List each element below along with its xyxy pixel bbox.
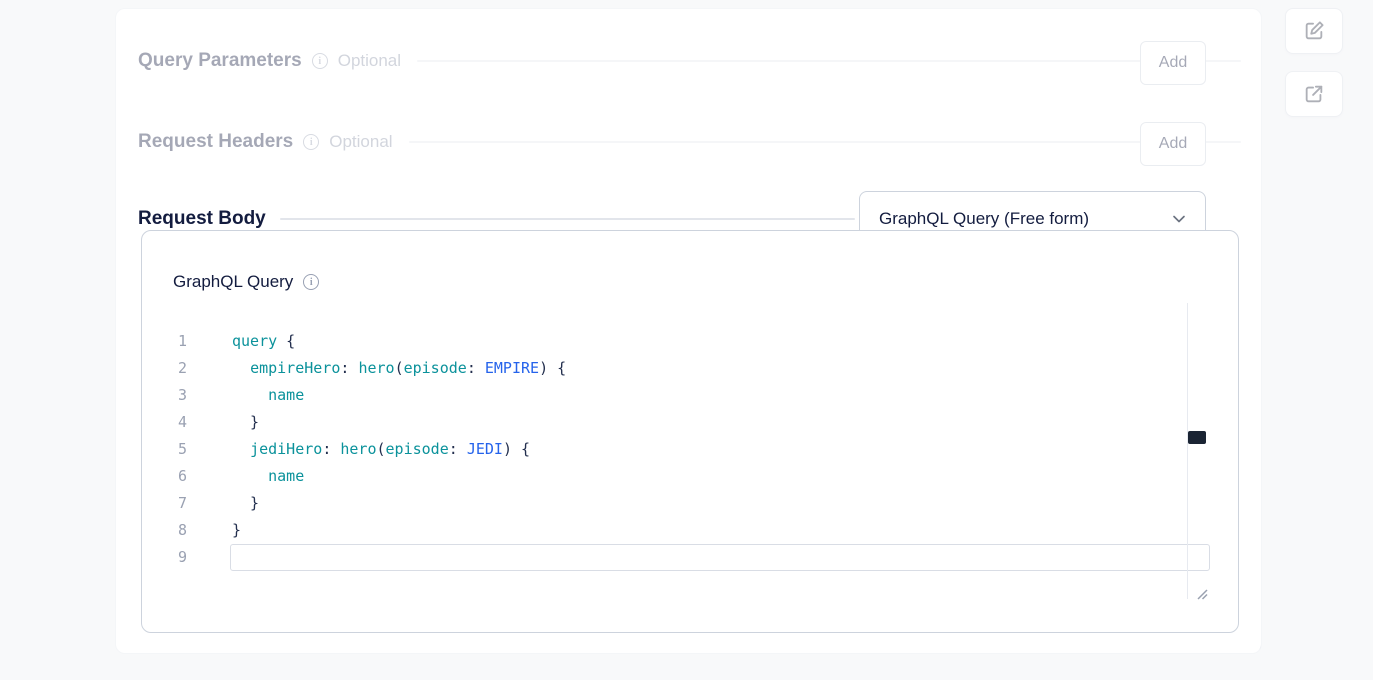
code-line[interactable]: } xyxy=(232,517,1185,544)
info-icon[interactable] xyxy=(303,274,319,290)
divider xyxy=(280,218,855,220)
code-token-punct xyxy=(232,386,268,404)
editor-scrollbar-thumb[interactable] xyxy=(1188,431,1206,444)
divider xyxy=(417,60,1241,62)
code-line[interactable]: name xyxy=(232,463,1185,490)
code-token-punct xyxy=(232,467,268,485)
info-icon[interactable] xyxy=(303,134,319,150)
gutter-line-number: 5 xyxy=(142,436,197,463)
code-token-keyword: query xyxy=(232,332,277,350)
info-icon[interactable] xyxy=(312,53,328,69)
code-token-punct: ) { xyxy=(539,359,566,377)
code-token-punct: : xyxy=(467,359,485,377)
code-token-punct: { xyxy=(277,332,295,350)
code-token-field: empireHero xyxy=(250,359,340,377)
code-token-punct: ) { xyxy=(503,440,530,458)
graphql-editor-container: GraphQL Query 123456789 query { empireHe… xyxy=(141,230,1239,633)
code-token-field: hero xyxy=(358,359,394,377)
chevron-down-icon xyxy=(1169,209,1189,229)
external-link-icon xyxy=(1303,83,1325,105)
query-parameters-section: Query Parameters Optional xyxy=(138,39,1241,83)
body-type-selected-value: GraphQL Query (Free form) xyxy=(879,209,1169,229)
request-headers-add-button[interactable]: Add xyxy=(1140,122,1206,166)
code-token-field: hero xyxy=(340,440,376,458)
code-token-punct xyxy=(232,359,250,377)
code-token-field: name xyxy=(268,467,304,485)
editor-scrollbar-track xyxy=(1187,303,1188,599)
open-in-new-tab-button[interactable] xyxy=(1285,71,1343,117)
code-token-punct: : xyxy=(449,440,467,458)
divider xyxy=(409,141,1241,143)
code-token-punct: } xyxy=(232,413,259,431)
optional-label: Optional xyxy=(338,51,401,71)
page: Query Parameters Optional Add Request He… xyxy=(0,0,1373,680)
code-token-enum: EMPIRE xyxy=(485,359,539,377)
gutter-line-number: 1 xyxy=(142,328,197,355)
code-line[interactable]: jediHero: hero(episode: JEDI) { xyxy=(232,436,1185,463)
gutter-line-number: 6 xyxy=(142,463,197,490)
editor-gutter: 123456789 xyxy=(142,328,197,571)
gutter-line-number: 3 xyxy=(142,382,197,409)
code-token-field: jediHero xyxy=(250,440,322,458)
gutter-line-number: 8 xyxy=(142,517,197,544)
code-token-punct: ( xyxy=(377,440,386,458)
code-token-punct: ( xyxy=(395,359,404,377)
edit-icon xyxy=(1303,20,1325,42)
code-token-enum: JEDI xyxy=(467,440,503,458)
code-line[interactable]: name xyxy=(232,382,1185,409)
request-headers-section: Request Headers Optional xyxy=(138,120,1241,164)
code-token-punct: : xyxy=(340,359,358,377)
gutter-line-number: 9 xyxy=(142,544,197,571)
gutter-line-number: 2 xyxy=(142,355,197,382)
graphql-editor-label-row: GraphQL Query xyxy=(173,272,319,292)
code-token-arg: episode xyxy=(386,440,449,458)
editor-code-lines[interactable]: query { empireHero: hero(episode: EMPIRE… xyxy=(232,328,1185,571)
code-line[interactable]: query { xyxy=(232,328,1185,355)
code-line[interactable] xyxy=(232,544,1185,571)
query-parameters-title: Query Parameters xyxy=(138,50,302,72)
query-parameters-add-button[interactable]: Add xyxy=(1140,41,1206,85)
api-settings-card: Query Parameters Optional Add Request He… xyxy=(115,8,1262,654)
code-token-arg: episode xyxy=(404,359,467,377)
code-line[interactable]: empireHero: hero(episode: EMPIRE) { xyxy=(232,355,1185,382)
side-toolbar xyxy=(1285,8,1343,117)
gutter-line-number: 7 xyxy=(142,490,197,517)
code-token-punct: } xyxy=(232,521,241,539)
code-token-field: name xyxy=(268,386,304,404)
code-token-punct xyxy=(232,440,250,458)
graphql-query-label: GraphQL Query xyxy=(173,272,293,292)
optional-label: Optional xyxy=(329,132,392,152)
resize-grip-icon[interactable] xyxy=(1196,588,1208,600)
code-token-punct: : xyxy=(322,440,340,458)
gutter-line-number: 4 xyxy=(142,409,197,436)
request-body-title: Request Body xyxy=(138,208,266,230)
request-headers-title: Request Headers xyxy=(138,131,293,153)
code-line[interactable]: } xyxy=(232,490,1185,517)
edit-button[interactable] xyxy=(1285,8,1343,54)
code-token-punct: } xyxy=(232,494,259,512)
code-line[interactable]: } xyxy=(232,409,1185,436)
